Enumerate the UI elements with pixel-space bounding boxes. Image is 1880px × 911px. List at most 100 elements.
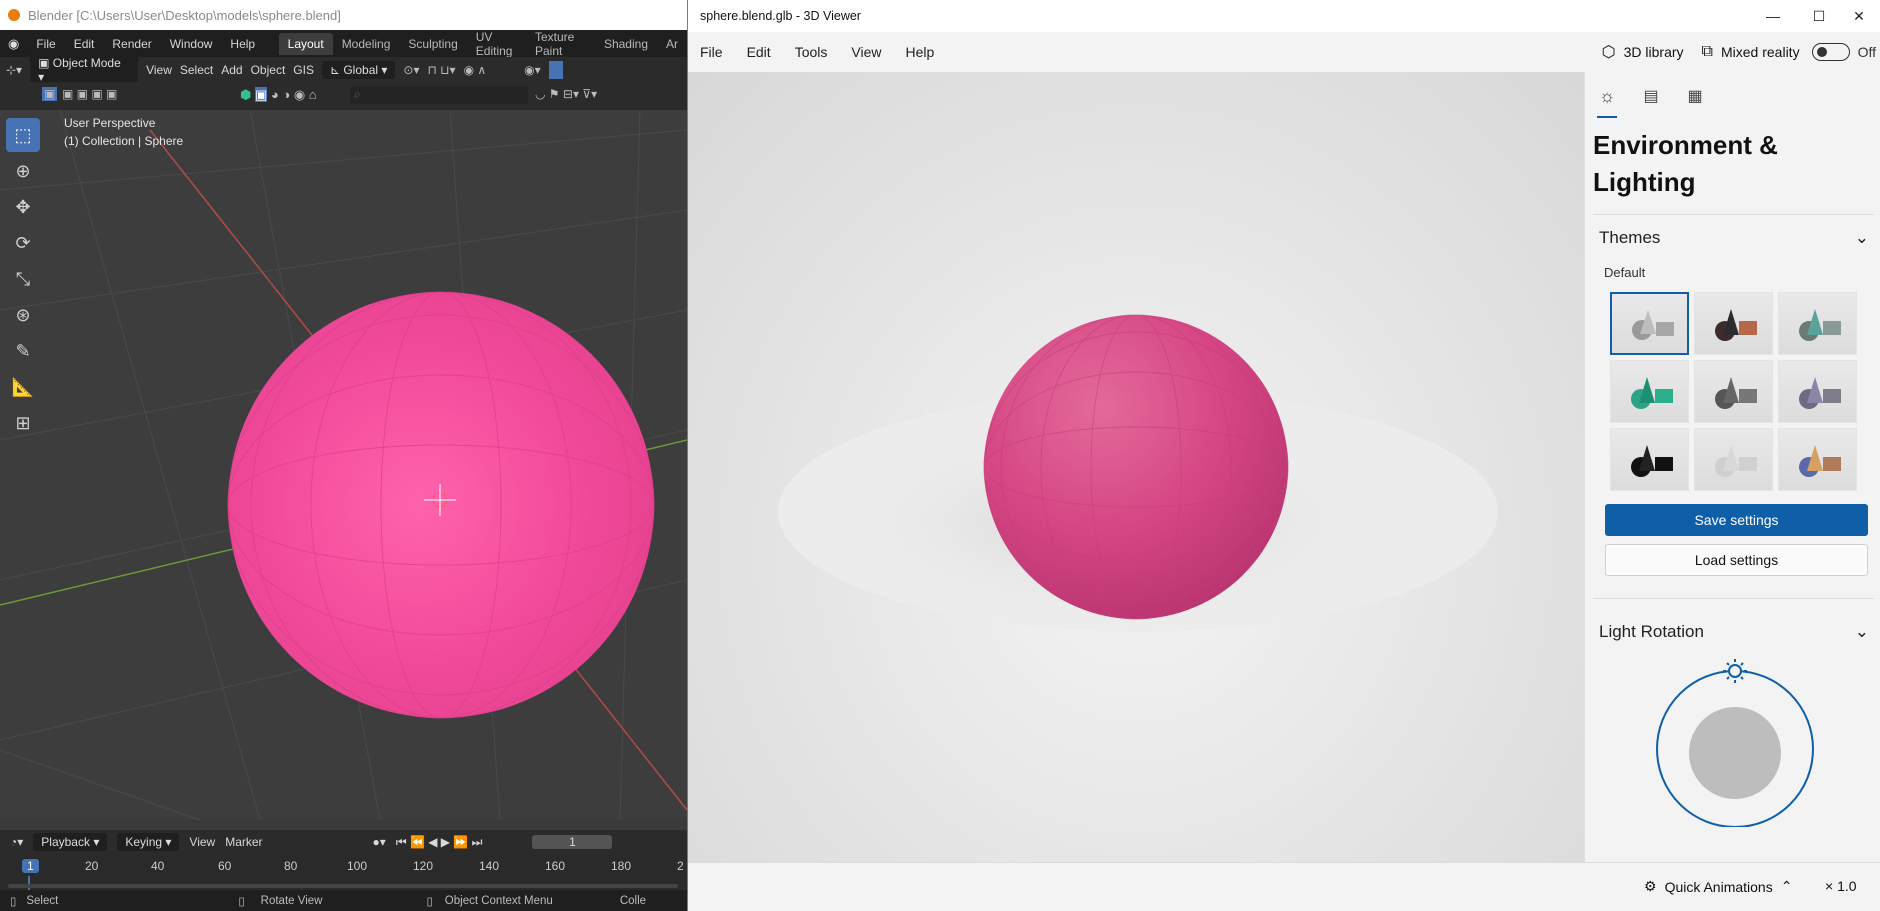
theme-thumbnail-9[interactable] [1778,428,1857,491]
3d-viewport[interactable]: User Perspective (1) Collection | Sphere [0,110,687,820]
mouse-left-icon: ▯ [10,895,17,908]
mode-label: Object Mode [52,55,121,70]
quick-animations-button[interactable]: ⚙ Quick Animations ⌃ [1644,878,1792,895]
transform-tool-icon[interactable]: ⊛ [6,298,40,332]
blender-menu-window[interactable]: Window [161,37,222,51]
record-icon[interactable]: ●▾ [373,835,386,849]
frame-label: 180 [611,859,632,873]
overlay-icon[interactable]: ◉▾ [524,63,541,77]
stats-tab-icon[interactable]: ▤ [1637,82,1665,110]
workspace-tab-modeling[interactable]: Modeling [333,33,400,55]
theme-thumbnail-5[interactable] [1694,360,1773,423]
theme-thumbnail-1[interactable] [1610,292,1689,355]
snapping-icon[interactable]: ⊓ ⊔▾ [427,63,455,77]
chevron-down-icon: ⌄ [1854,228,1869,247]
timeline-menu-view[interactable]: View [189,835,215,849]
chevron-down-icon: ⌄ [1854,622,1869,641]
grid-tab-icon[interactable]: ▦ [1681,82,1709,110]
playback-controls-icon[interactable]: ⏮ ⏪ ◀ ▶ ⏩ ⏭ [396,835,483,850]
snap-icon[interactable]: ⊙▾ [403,63,419,77]
light-rotation-header[interactable]: Light Rotation ⌄ [1599,622,1869,642]
blender-menu-help[interactable]: Help [221,37,264,51]
mixed-reality-toggle[interactable] [1811,43,1850,61]
outliner-search-input[interactable] [350,86,528,104]
workspace-tab-animation[interactable]: Ar [657,33,687,55]
select-box-icon[interactable]: ⬚ [6,118,40,152]
header-menu-add[interactable]: Add [221,63,242,77]
proportional-edit-icon[interactable]: ◉ ∧ [464,63,487,77]
viewer-stage[interactable] [688,72,1584,862]
viewer-window: sphere.blend.glb - 3D Viewer — ☐ ✕ File … [687,0,1880,911]
timeline-ruler[interactable]: 1 20 40 60 80 100 120 140 160 180 2 [0,854,687,890]
blender-title: Blender [C:\Users\User\Desktop\models\sp… [28,7,341,23]
blender-menu-render[interactable]: Render [103,37,160,51]
header-menu-object[interactable]: Object [251,63,286,77]
viewer-menu-view[interactable]: View [839,44,893,60]
viewer-menu-help[interactable]: Help [893,44,946,60]
measure-tool-icon[interactable]: 📐 [6,370,40,404]
transform-orientation-dropdown[interactable]: ⊾ Global ▾ [321,60,396,79]
viewer-menu-tools[interactable]: Tools [783,44,840,60]
theme-thumbnail-6[interactable] [1778,360,1857,423]
close-icon[interactable]: ✕ [1836,0,1880,32]
select-mode-icons-extra[interactable]: ▣ ▣ ▣ ▣ [62,87,117,101]
theme-thumbnail-7[interactable] [1610,428,1689,491]
theme-thumbnail-3[interactable] [1778,292,1857,355]
filter-icon[interactable]: ◡ ⚑ ⊟▾ ⊽▾ [535,87,597,101]
frame-label: 120 [413,859,434,873]
viewport-collection-label: (1) Collection | Sphere [64,134,184,148]
light-rotation-label: Light Rotation [1599,622,1704,641]
toggle-state-label: Off [1857,44,1876,60]
rotate-tool-icon[interactable]: ⟳ [6,226,40,260]
blender-menubar: ◉ File Edit Render Window Help Layout Mo… [0,30,687,58]
timeline-menu-marker[interactable]: Marker [225,835,262,849]
themes-header[interactable]: Themes ⌄ [1599,228,1869,248]
cursor-tool-icon[interactable]: ⊕ [6,154,40,188]
load-settings-button[interactable]: Load settings [1605,544,1868,576]
blender-window: Blender [C:\Users\User\Desktop\models\sp… [0,0,687,911]
add-cube-tool-icon[interactable]: ⊞ [6,406,40,440]
navigate-gizmo-icon[interactable] [548,60,563,79]
speed-control[interactable]: × 1.0 [1825,878,1857,894]
current-frame-field[interactable]: 1 [532,835,613,849]
3d-library-icon[interactable]: ⬡ [1602,42,1616,62]
header-menu-view[interactable]: View [146,63,172,77]
workspace-tab-texture-paint[interactable]: Texture Paint [526,30,595,58]
theme-thumbnail-4[interactable] [1610,360,1689,423]
scale-tool-icon[interactable]: ⤡ [6,262,40,296]
timeline-scrollbar[interactable] [8,884,678,888]
viewer-menu-edit[interactable]: Edit [735,44,783,60]
workspace-tab-sculpting[interactable]: Sculpting [399,33,466,55]
workspace-tab-shading[interactable]: Shading [595,33,657,55]
minimize-icon[interactable]: — [1750,0,1796,32]
header-menu-select[interactable]: Select [180,63,213,77]
editor-type-icon[interactable]: ⊹▾ [6,63,22,77]
blender-menu-edit[interactable]: Edit [65,37,104,51]
workspace-tab-layout[interactable]: Layout [278,32,333,55]
blender-menu-icon[interactable]: ◉ [0,36,27,52]
move-tool-icon[interactable]: ✥ [6,190,40,224]
viewer-title: sphere.blend.glb - 3D Viewer [700,9,861,23]
shading-modes-icon[interactable]: ⬢ ▣ ◕ ◑ ◉ ⌂ [240,87,317,103]
blender-menu-file[interactable]: File [27,37,64,51]
theme-thumbnail-8[interactable] [1694,428,1773,491]
viewport-perspective-label: User Perspective [64,116,156,130]
divider [1593,598,1874,599]
header-menu-gis[interactable]: GIS [293,63,314,77]
viewer-menu-file[interactable]: File [688,44,735,60]
save-settings-button[interactable]: Save settings [1605,504,1868,536]
theme-thumbnail-2[interactable] [1694,292,1773,355]
mode-dropdown[interactable]: ▣ Object Mode ▾ [30,53,139,86]
mixed-reality-icon[interactable]: ⧉ [1702,43,1713,61]
annotate-tool-icon[interactable]: ✎ [6,334,40,368]
workspace-tab-uv-editing[interactable]: UV Editing [467,30,526,58]
light-rotation-dial[interactable] [1635,657,1835,827]
lighting-tab-icon[interactable]: ☼ [1593,82,1621,110]
viewport-subheader: ▣ ▣ ▣ ▣ ▣ ⬢ ▣ ◕ ◑ ◉ ⌂ ⌕ ◡ ⚑ ⊟▾ ⊽▾ [0,82,687,110]
clock-icon[interactable]: ◔▾ [10,835,23,849]
keying-dropdown[interactable]: Keying ▾ [117,833,180,851]
select-mode-icons[interactable]: ▣ [42,87,58,101]
playback-dropdown[interactable]: Playback ▾ [33,833,108,851]
active-tab-indicator [1597,116,1617,118]
3d-library-button[interactable]: 3D library [1624,44,1684,60]
